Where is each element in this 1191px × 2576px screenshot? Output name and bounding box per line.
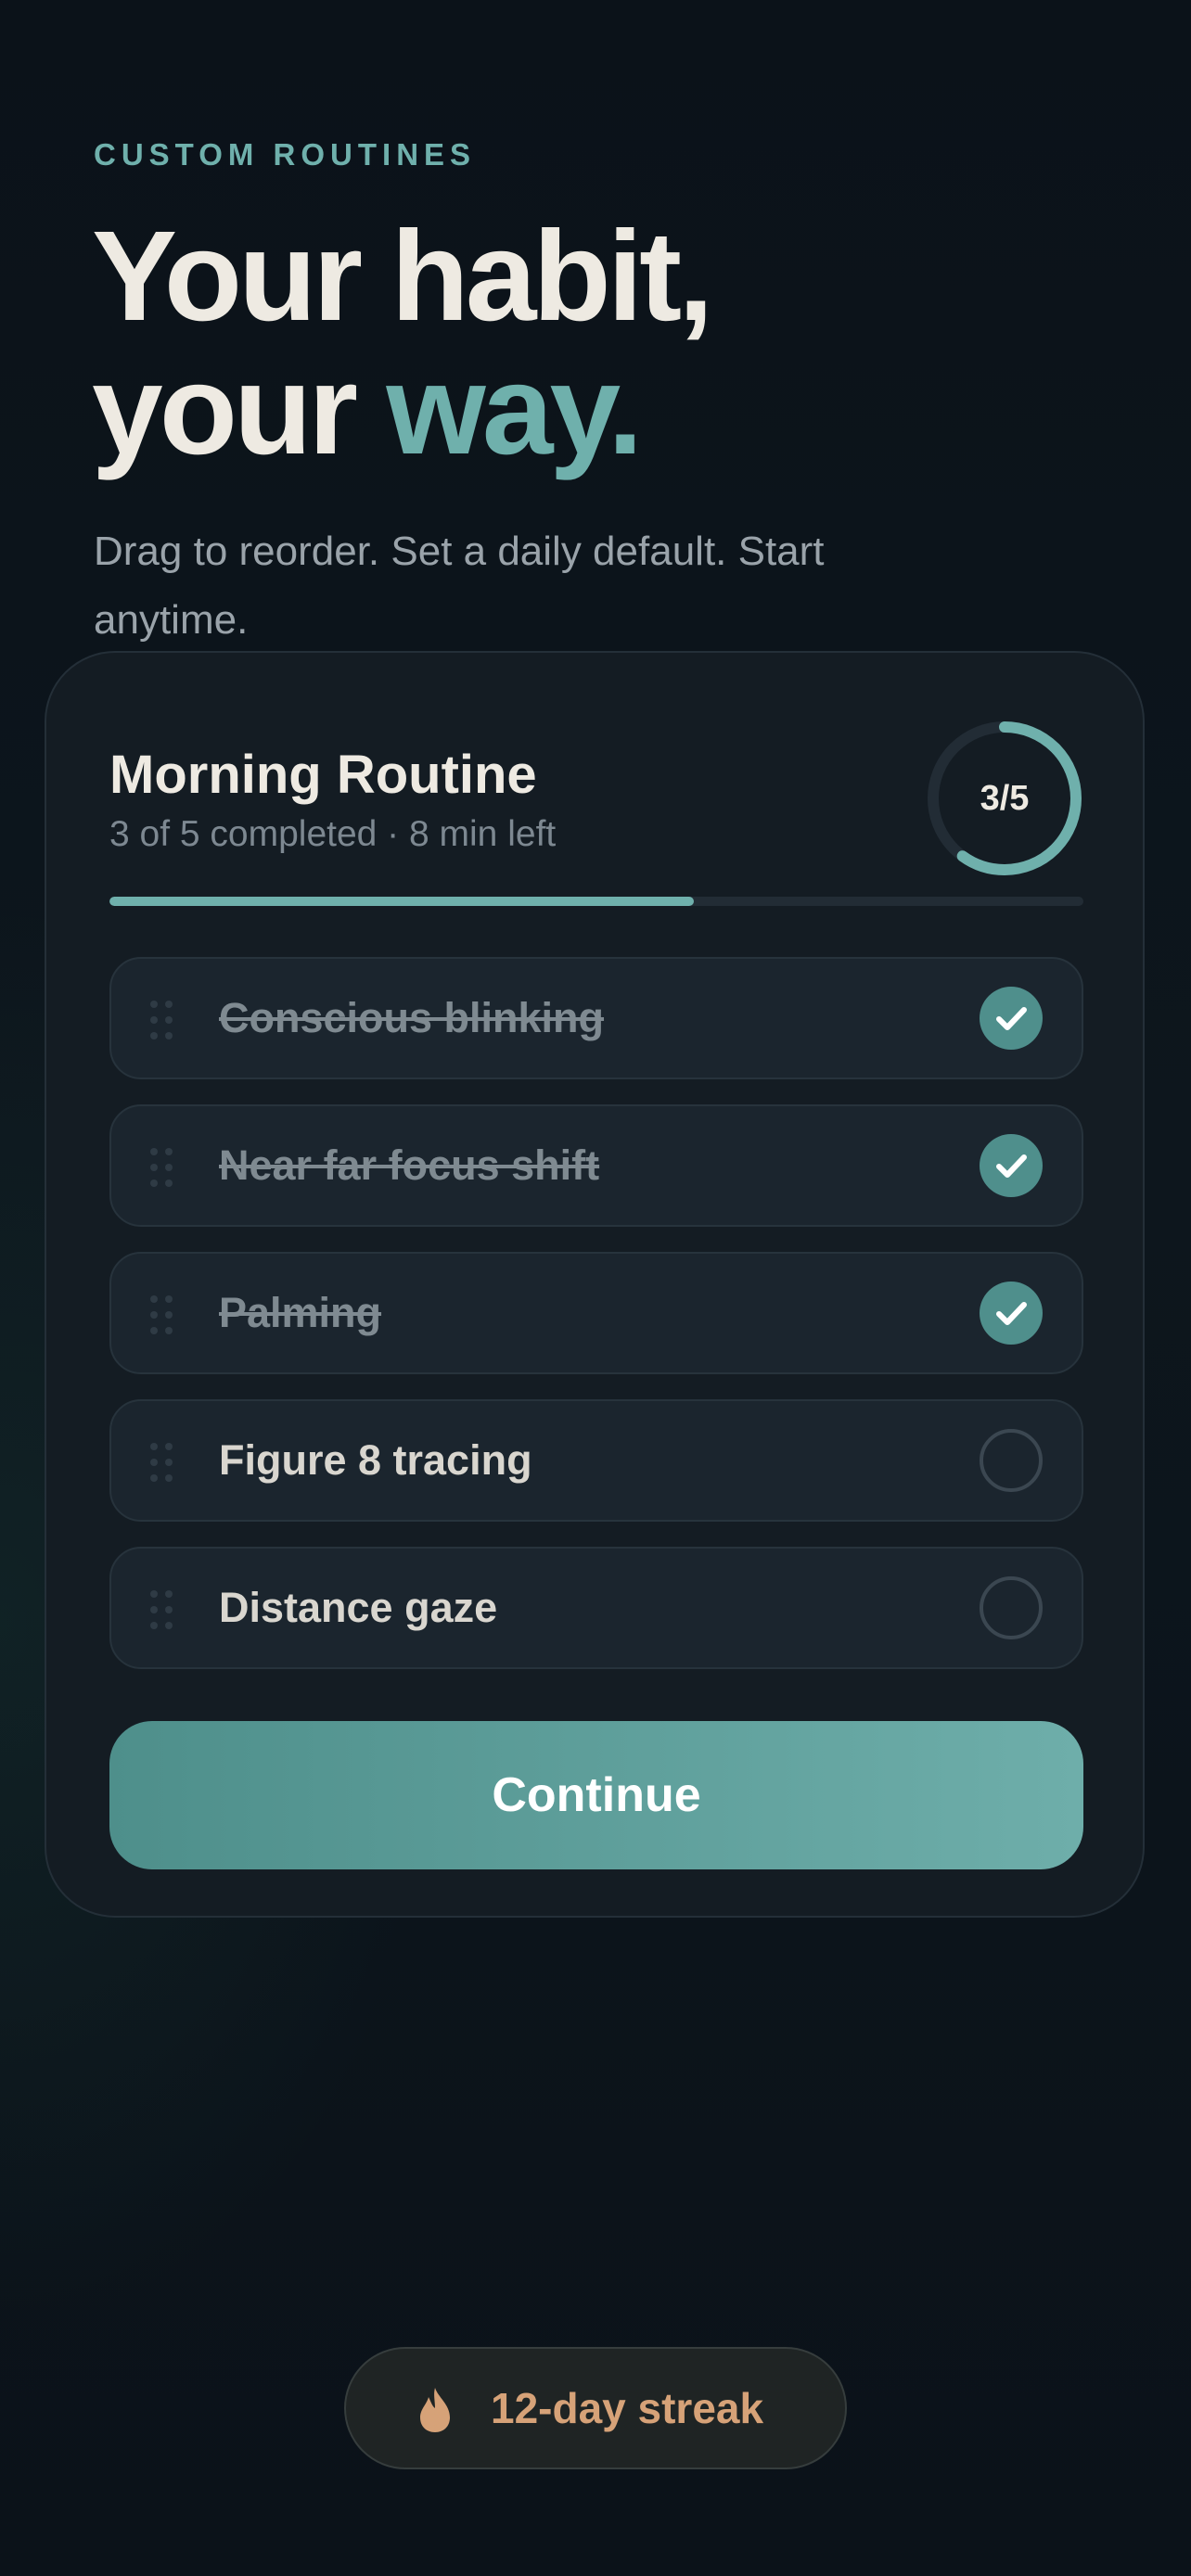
progress-ring-label: 3/5 [980,779,1030,818]
checkmark-icon[interactable] [980,1134,1043,1197]
section-eyebrow: CUSTOM ROUTINES [94,137,477,172]
drag-handle-icon[interactable] [150,1001,178,1039]
exercise-item[interactable]: Figure 8 tracing [109,1399,1083,1522]
routine-progress-text: 3 of 5 completed · 8 min left [109,814,557,854]
page-title: Your habit, your way. [92,210,713,477]
page-subtitle: Drag to reorder. Set a daily default. St… [94,529,825,643]
title-line-1: Your habit, [92,205,713,348]
title-accent-word: way. [386,338,643,481]
progress-bar [109,897,1083,906]
exercise-label: Conscious blinking [219,994,605,1041]
exercise-item[interactable]: Palming [109,1252,1083,1374]
exercise-item[interactable]: Distance gaze [109,1547,1083,1669]
drag-handle-icon[interactable] [150,1443,178,1482]
exercise-label: Figure 8 tracing [219,1436,532,1484]
empty-checkbox-icon[interactable] [980,1429,1043,1492]
title-line-2-prefix: your [92,338,387,481]
checkmark-icon[interactable] [980,987,1043,1050]
exercise-list: Conscious blinking Near far focus shift Pa… [109,957,1083,1694]
drag-handle-icon[interactable] [150,1295,178,1334]
streak-label: 12-day streak [491,2384,764,2432]
drag-handle-icon[interactable] [150,1590,178,1629]
exercise-item[interactable]: Near far focus shift [109,1104,1083,1227]
flame-icon [420,2388,450,2432]
exercise-label: Palming [219,1289,382,1336]
exercise-label: Near far focus shift [219,1141,600,1189]
drag-handle-icon[interactable] [150,1148,178,1187]
exercise-item[interactable]: Conscious blinking [109,957,1083,1079]
empty-checkbox-icon[interactable] [980,1576,1043,1639]
progress-bar-fill [109,897,694,906]
progress-ring: 3/5 [926,720,1083,877]
routine-card: Morning Routine 3 of 5 completed · 8 min… [45,651,1145,1918]
checkmark-icon[interactable] [980,1282,1043,1345]
streak-badge: 12-day streak [344,2347,847,2469]
routine-title: Morning Routine [109,745,537,805]
continue-button[interactable]: Continue [109,1721,1083,1869]
exercise-label: Distance gaze [219,1584,498,1631]
